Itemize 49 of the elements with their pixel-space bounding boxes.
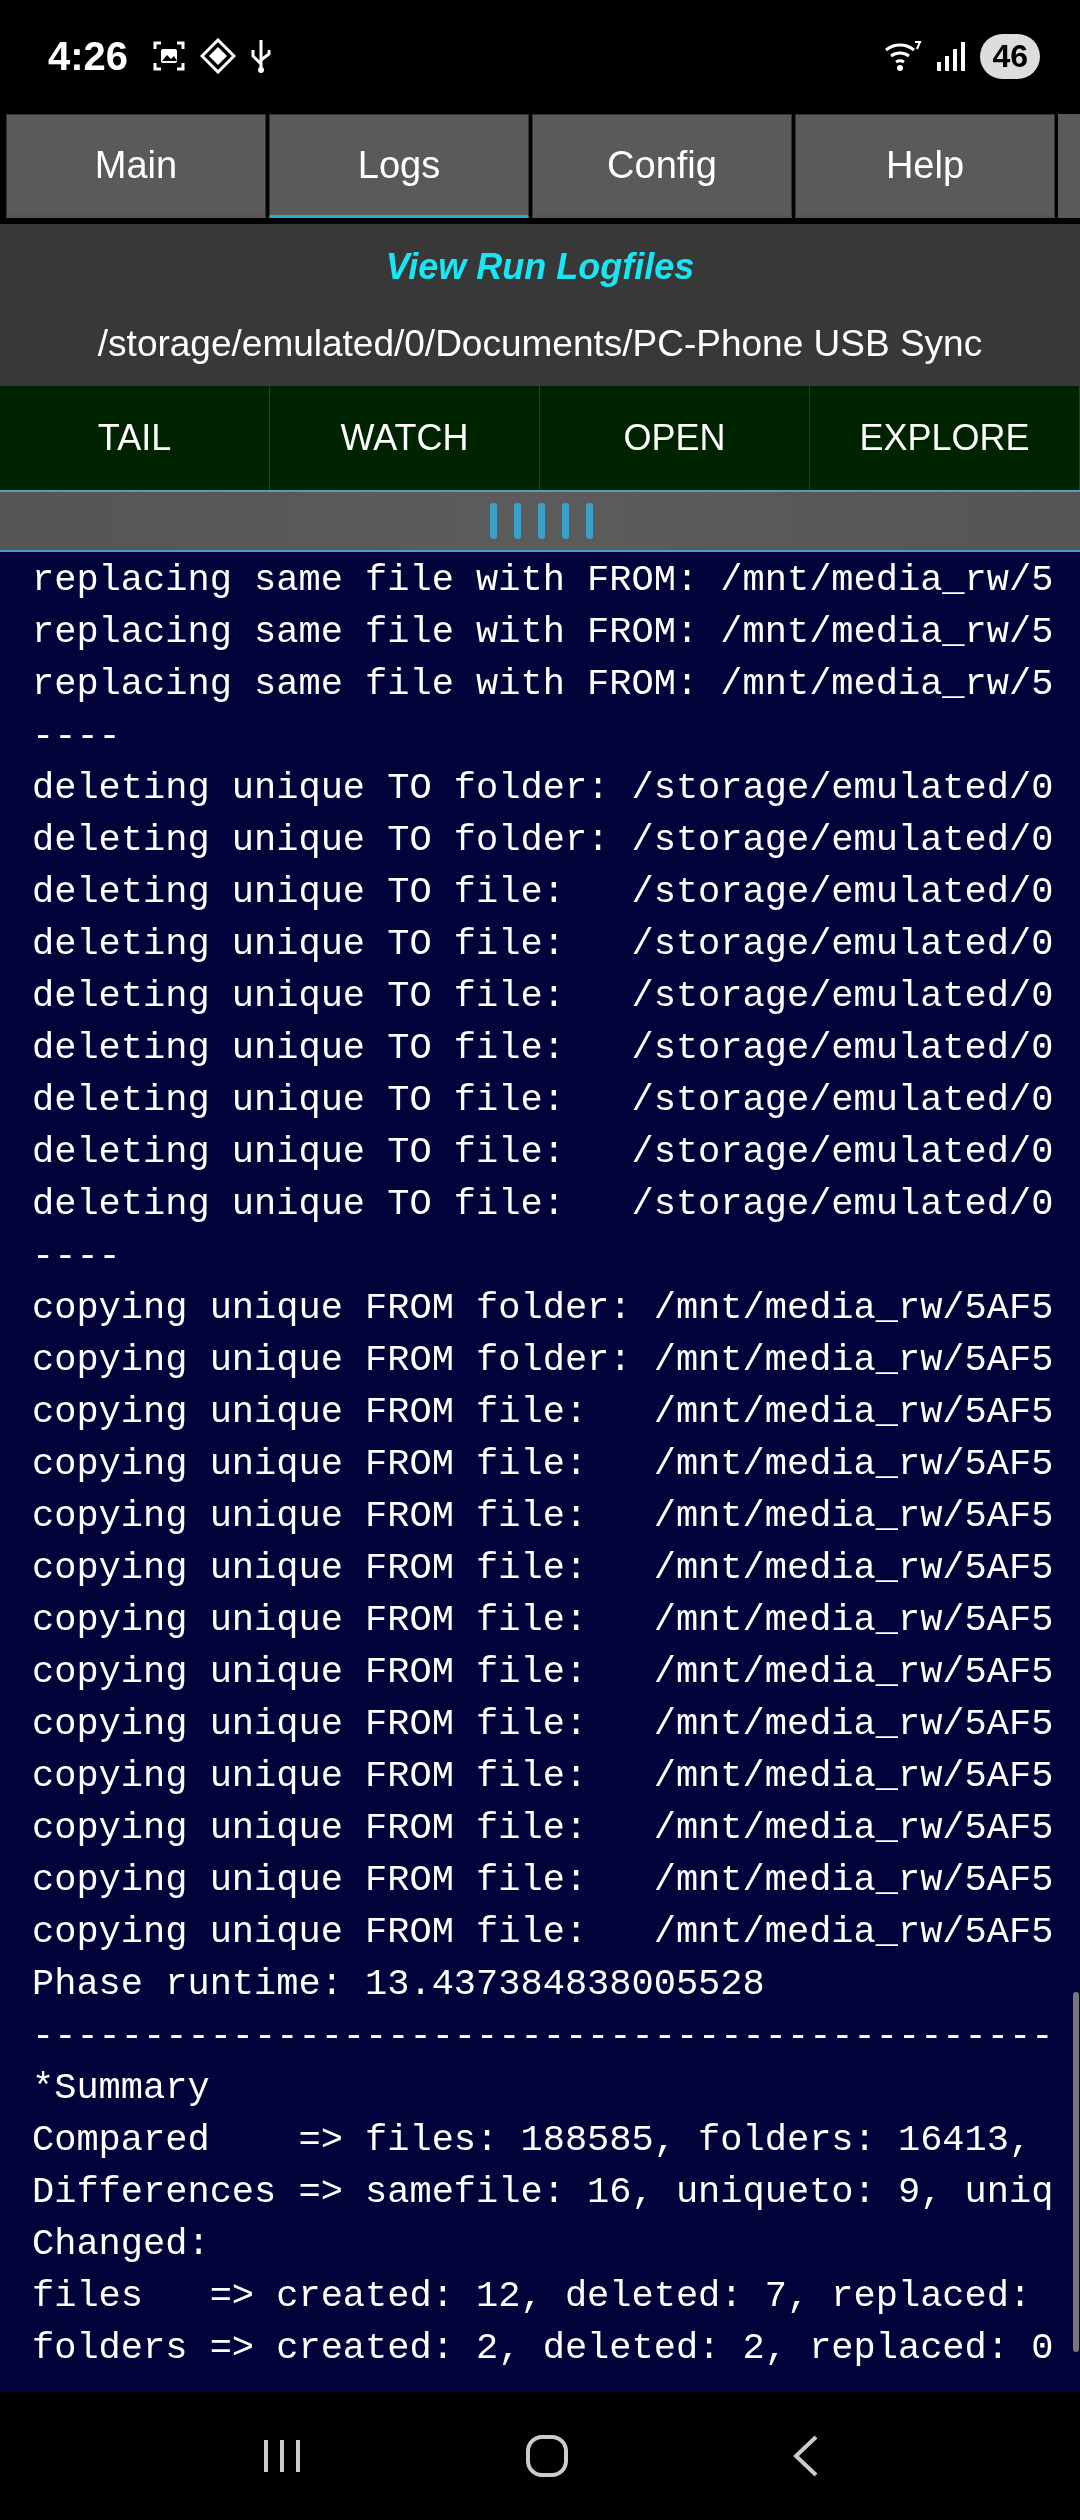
usb-icon [250,38,273,74]
folder-path: /storage/emulated/0/Documents/PC-Phone USB Sync [97,322,983,365]
log-line: copying unique FROM file: /mnt/media_rw/5AF5 [32,1650,1054,1695]
battery-indicator: 46 [980,33,1040,79]
log-line: copying unique FROM folder: /mnt/media_rw/5AF5 [32,1338,1054,1383]
log-line: deleting unique TO file: /storage/emulated/0 [32,974,1054,1019]
wifi-icon [884,40,923,72]
log-line: copying unique FROM file: /mnt/media_rw/5AF5 [32,1598,1054,1643]
status-time: 4:26 [48,33,129,79]
tab[interactable]: Help [795,114,1055,218]
log-line: copying unique FROM file: /mnt/media_rw/5AF5 [32,1754,1054,1799]
log-line: ---- [32,714,121,759]
section-title: View Run Logfiles [385,245,695,288]
log-line: deleting unique TO folder: /storage/emulated/0 [32,766,1054,811]
log-line: replacing same file with FROM: /mnt/media_rw/5 [32,662,1054,707]
log-line: deleting unique TO file: /storage/emulated/0 [32,1026,1054,1071]
log-line: copying unique FROM file: /mnt/media_rw/5AF5 [32,1442,1054,1487]
log-line: copying unique FROM file: /mnt/media_rw/5AF5 [32,1702,1054,1747]
log-line: ---- [32,1234,121,1279]
log-line: copying unique FROM file: /mnt/media_rw/5AF5 [32,1858,1054,1903]
log-line: ---------------------------------------------- [32,2014,1054,2059]
log-line: deleting unique TO folder: /storage/emulated/0 [32,818,1054,863]
log-line: copying unique FROM file: /mnt/media_rw/5AF5 [32,1546,1054,1591]
tab[interactable]: Main [6,114,266,218]
log-line: copying unique FROM file: /mnt/media_rw/5AF5 [32,1806,1054,1851]
log-line: deleting unique TO file: /storage/emulated/0 [32,1182,1054,1227]
log-line: Phase runtime: 13.437384838005528 [32,1962,765,2007]
signal-icon [936,40,967,72]
log-line: folders => created: 2, deleted: 2, replaced: 0 [32,2326,1054,2371]
log-line: deleting unique TO file: /storage/emulated/0 [32,1078,1054,1123]
log-line: deleting unique TO file: /storage/emulated/0 [32,922,1054,967]
log-line: *Summary [32,2066,210,2111]
log-line: deleting unique TO file: /storage/emulated/0 [32,1130,1054,1175]
home-icon[interactable] [525,2434,569,2478]
log-line: replacing same file with FROM: /mnt/media_rw/5 [32,610,1054,655]
screenshot-icon [152,39,187,73]
log-line: deleting unique TO file: /storage/emulated/0 [32,870,1054,915]
log-line: copying unique FROM file: /mnt/media_rw/5AF5 [32,1494,1054,1539]
log-line: files => created: 12, deleted: 7, replaced: [32,2274,1032,2319]
log-line: Changed: [32,2222,210,2267]
tab[interactable]: Config [532,114,792,218]
log-line: copying unique FROM file: /mnt/media_rw/5AF5 [32,1390,1054,1435]
log-line: copying unique FROM file: /mnt/media_rw/5AF5 [32,1910,1054,1955]
log-line: Compared => files: 188585, folders: 16413, [32,2118,1032,2163]
diamond-icon [200,38,237,74]
tab[interactable]: Logs [269,114,529,218]
log-line: Differences => samefile: 16, uniqueto: 9, uniq [32,2170,1054,2215]
log-line: copying unique FROM folder: /mnt/media_rw/5AF5 [32,1286,1054,1331]
log-line: replacing same file with FROM: /mnt/media_rw/5 [32,558,1054,603]
